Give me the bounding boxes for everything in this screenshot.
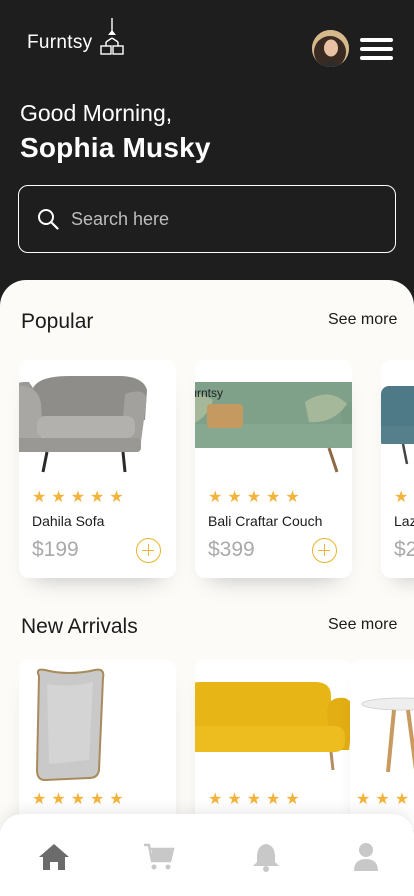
add-to-cart-button[interactable] xyxy=(312,538,337,563)
star-icon: ★ xyxy=(227,489,242,506)
armchair-image xyxy=(19,376,147,473)
new-arrivals-title: New Arrivals xyxy=(21,615,138,638)
product-name: Laz xyxy=(394,513,414,529)
star-icon: ★ xyxy=(51,489,66,506)
star-icon: ★ xyxy=(208,791,223,808)
star-icon: ★ xyxy=(90,791,105,808)
product-card-dahila-sofa[interactable]: ★ ★ ★ ★ ★ Dahila Sofa $199 xyxy=(19,360,176,578)
rating-stars: ★ xyxy=(394,490,408,506)
user-name: Sophia Musky xyxy=(20,132,211,163)
star-icon: ★ xyxy=(266,489,281,506)
lamp-icon xyxy=(100,18,125,55)
mirror-image xyxy=(35,668,105,782)
star-icon: ★ xyxy=(266,791,281,808)
product-price: $199 xyxy=(32,538,79,561)
rating-stars: ★ ★ ★ ★ ★ xyxy=(208,792,300,808)
menu-button[interactable] xyxy=(360,38,394,62)
star-icon: ★ xyxy=(70,489,86,506)
bell-icon xyxy=(253,844,279,872)
star-icon: ★ xyxy=(70,791,86,808)
arrival-card-yellow-sofa[interactable]: ★ ★ ★ ★ ★ xyxy=(195,660,352,830)
star-icon: ★ xyxy=(32,791,47,808)
nav-home[interactable] xyxy=(37,840,71,874)
avatar[interactable] xyxy=(312,30,349,67)
new-arrivals-see-more-link[interactable]: See more xyxy=(328,616,397,634)
yellow-sofa-image xyxy=(195,682,352,771)
arrival-card-mirror[interactable]: ★ ★ ★ ★ ★ xyxy=(19,660,176,830)
side-table-image xyxy=(361,697,414,773)
avatar-image xyxy=(312,30,349,67)
nav-profile[interactable] xyxy=(349,840,383,874)
home-icon xyxy=(39,844,69,870)
menu-icon-bar xyxy=(360,38,393,42)
search-bar[interactable] xyxy=(18,185,396,253)
star-icon: ★ xyxy=(51,791,66,808)
star-icon: ★ xyxy=(109,791,124,808)
product-card-bali-craftar-couch[interactable]: Furntsy ★ ★ ★ ★ ★ Bali Craftar Couch $39… xyxy=(195,360,352,578)
star-icon: ★ xyxy=(375,791,390,808)
rating-stars: ★ ★ ★ ★ ★ xyxy=(32,792,124,808)
arrival-card-partial[interactable]: ★ ★ ★ xyxy=(350,660,414,830)
star-icon: ★ xyxy=(285,791,300,808)
star-icon: ★ xyxy=(394,489,409,506)
rating-stars: ★ ★ ★ ★ ★ xyxy=(208,490,300,506)
sofa-image xyxy=(381,386,414,465)
greeting: Good Morning, xyxy=(20,100,173,126)
star-icon: ★ xyxy=(227,791,242,808)
product-price: $2 xyxy=(394,538,414,561)
star-icon: ★ xyxy=(285,489,300,506)
product-name: Bali Craftar Couch xyxy=(208,513,323,529)
add-to-cart-button[interactable] xyxy=(136,538,161,563)
menu-icon-bar xyxy=(360,56,393,60)
star-icon: ★ xyxy=(208,489,223,506)
cart-icon xyxy=(144,843,175,870)
star-icon: ★ xyxy=(90,489,105,506)
nav-cart[interactable] xyxy=(142,840,176,874)
brand-logo[interactable]: Furntsy xyxy=(27,18,126,58)
star-icon: ★ xyxy=(32,489,47,506)
search-input[interactable] xyxy=(71,208,371,230)
menu-icon-bar xyxy=(360,47,393,51)
star-icon: ★ xyxy=(246,489,262,506)
star-icon: ★ xyxy=(246,791,262,808)
main-content: Popular See more ★ ★ ★ ★ ★ Dahila Sofa $… xyxy=(0,280,414,896)
star-icon: ★ xyxy=(109,489,124,506)
product-price: $399 xyxy=(208,538,255,561)
popular-see-more-link[interactable]: See more xyxy=(328,311,397,329)
header: Furntsy Good Morning, Sophia Musky xyxy=(0,0,414,300)
search-icon xyxy=(38,209,59,230)
rating-stars: ★ ★ ★ xyxy=(356,792,409,808)
product-name: Dahila Sofa xyxy=(32,513,105,529)
star-icon: ★ xyxy=(394,791,410,808)
user-icon xyxy=(354,843,378,871)
rating-stars: ★ ★ ★ ★ ★ xyxy=(32,490,124,506)
product-card-partial[interactable]: ★ Laz $2 xyxy=(381,360,414,578)
popular-title: Popular xyxy=(21,310,94,333)
nav-notifications[interactable] xyxy=(249,840,283,874)
star-icon: ★ xyxy=(356,791,371,808)
brand-tag: Furntsy xyxy=(195,386,224,400)
couch-image xyxy=(195,382,352,473)
brand-name: Furntsy xyxy=(27,32,93,53)
bottom-nav xyxy=(0,814,414,896)
